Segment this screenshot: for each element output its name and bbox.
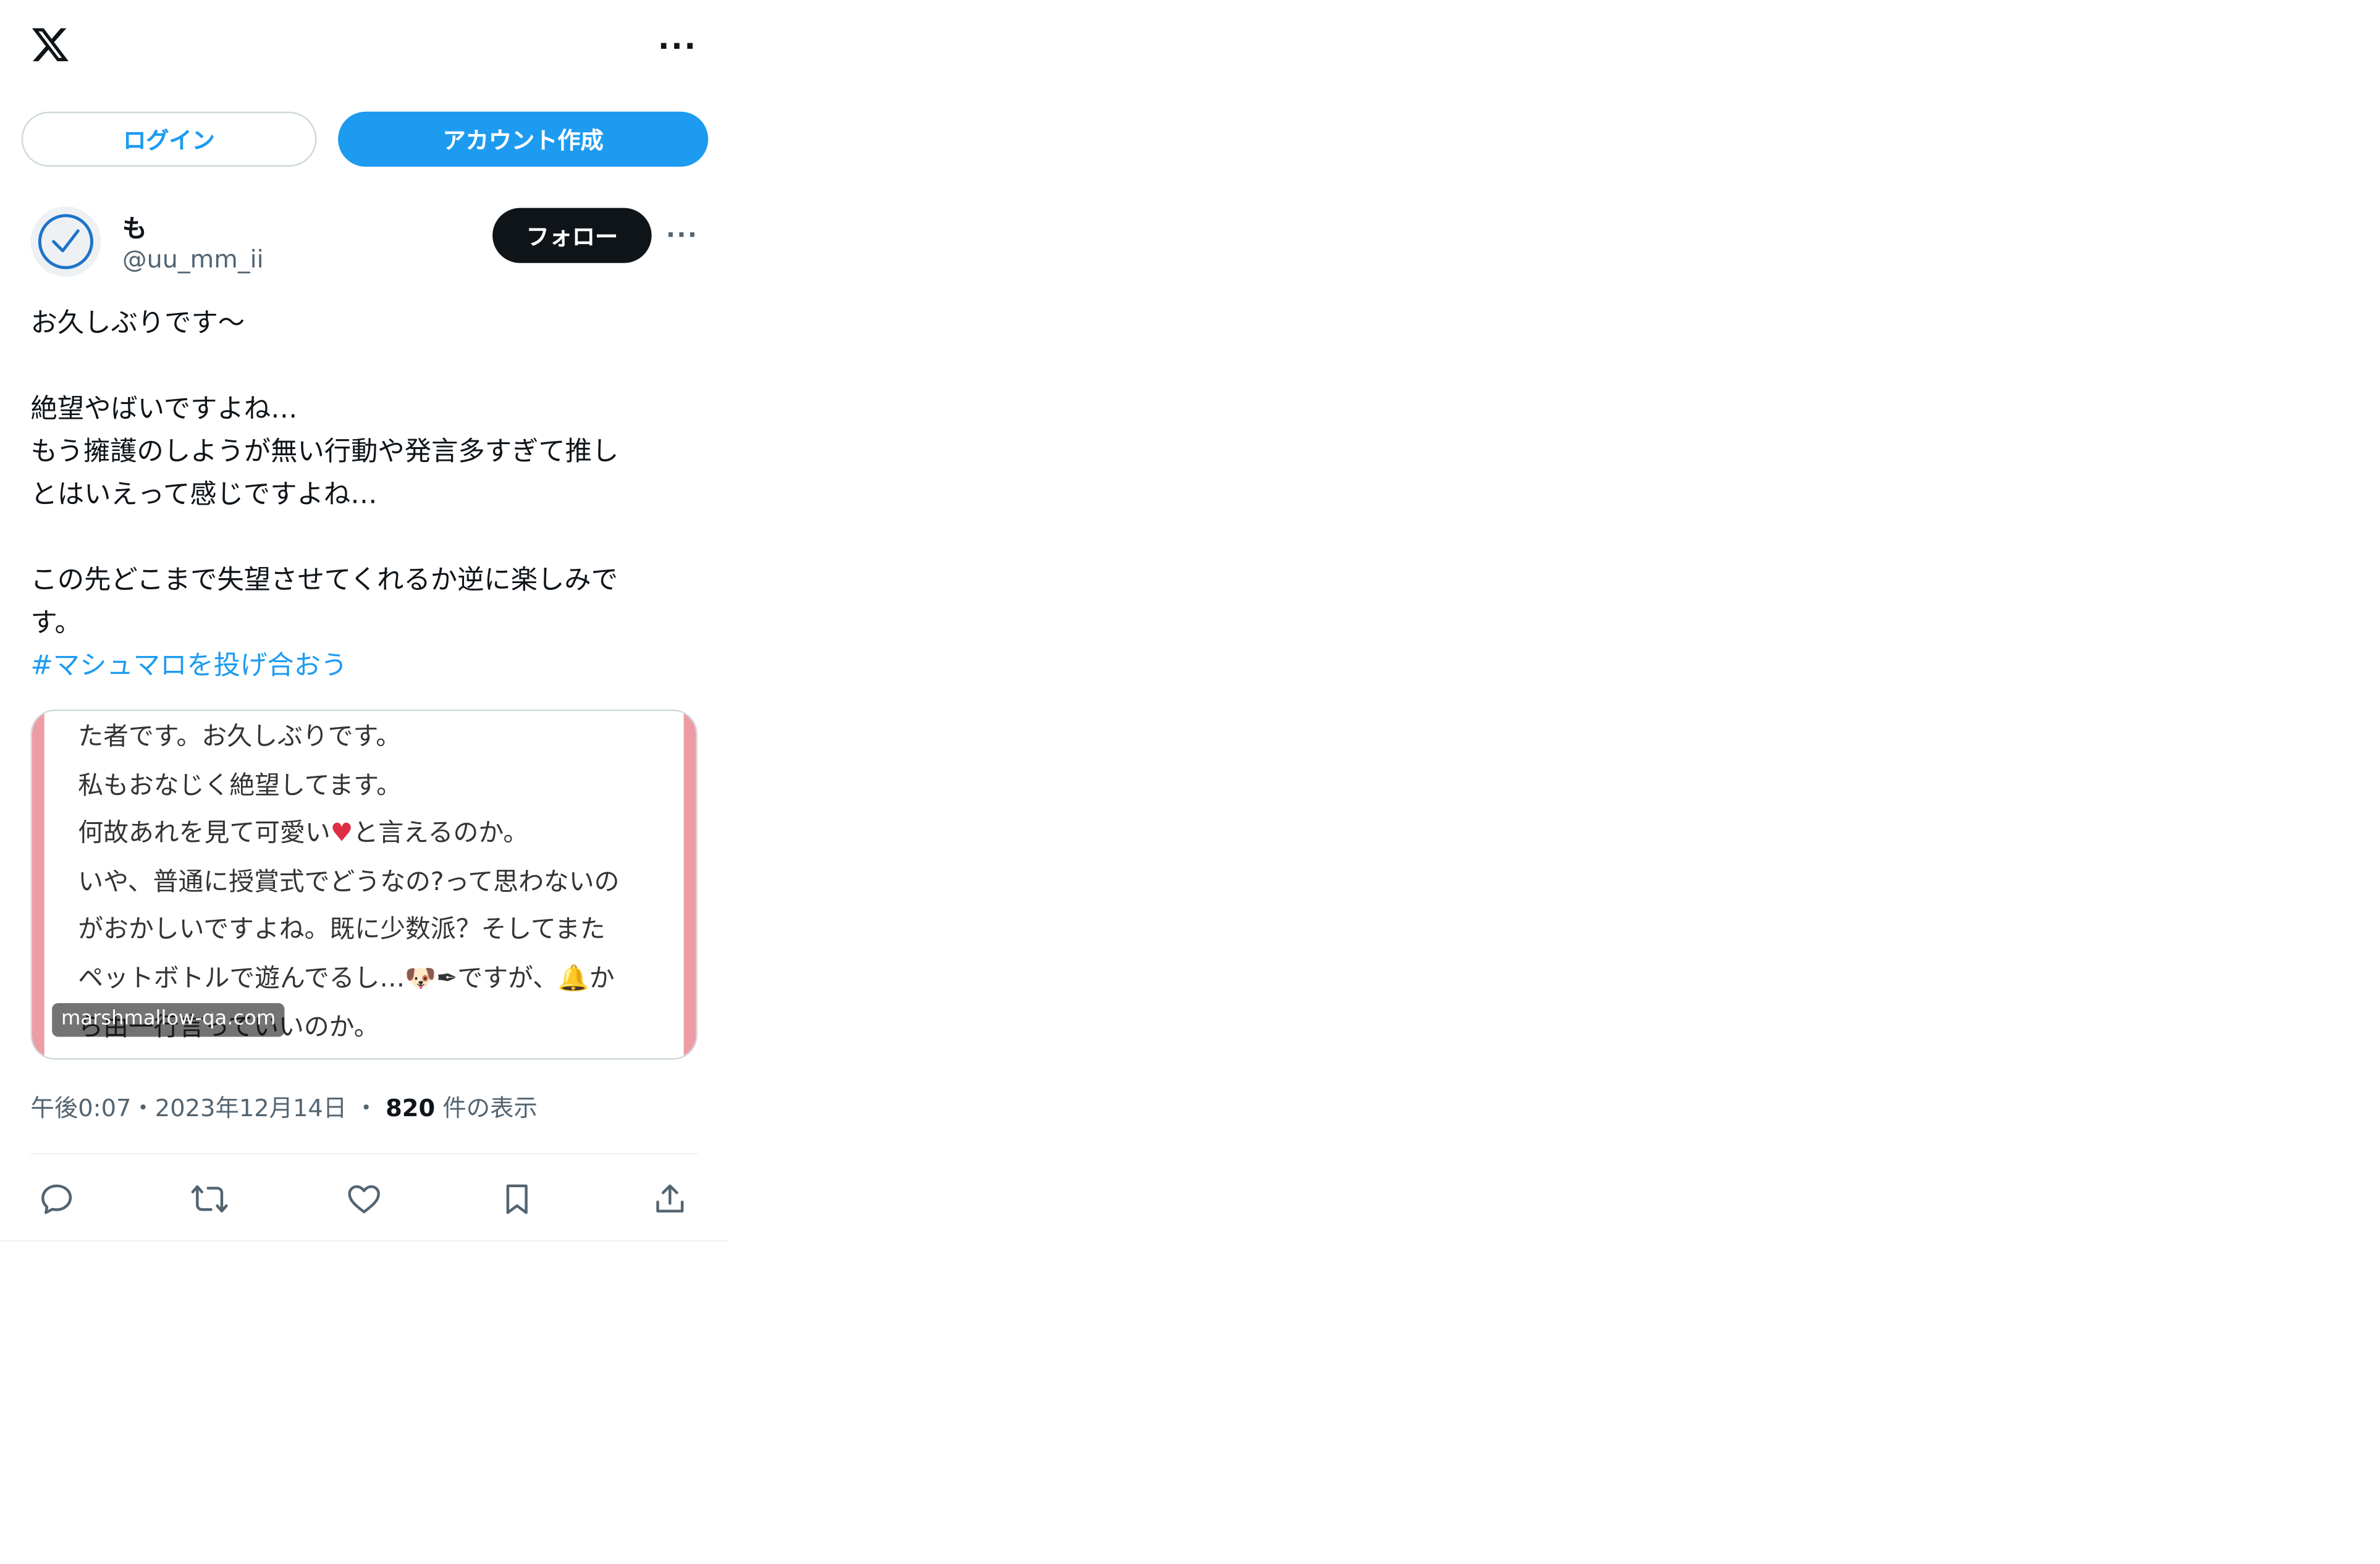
- author-name[interactable]: も: [122, 208, 147, 245]
- card-line: 何故あれを見て可愛い♥と言えるのか。: [78, 809, 659, 857]
- more-horizontal-icon[interactable]: ···: [652, 25, 704, 67]
- card-line-part: か: [589, 963, 615, 993]
- heart-icon[interactable]: [341, 1176, 387, 1222]
- tweet-more-icon[interactable]: ···: [660, 217, 703, 251]
- bookmark-icon[interactable]: [494, 1176, 540, 1222]
- card-line-part: と言えるのか。: [353, 818, 529, 847]
- tweet-text-line: この先どこまで失望させてくれるか逆に楽しみで: [30, 565, 618, 597]
- card-line-part: 何故あれを見て可愛い: [78, 818, 331, 847]
- timestamp[interactable]: 午後0:07・2023年12月14日: [31, 1095, 347, 1123]
- viewport: ··· ログイン アカウント作成 も @uu_mm_ii フォロー ··· お久…: [0, 0, 2380, 1564]
- follow-button[interactable]: フォロー: [492, 208, 652, 263]
- card-line: ペットボトルで遊んでるし…🐶✒ですが、🔔か: [78, 954, 659, 1003]
- login-button[interactable]: ログイン: [21, 111, 317, 167]
- tweet-text-line: 絶望やばいですよね…: [30, 394, 298, 426]
- x-logo-icon[interactable]: [31, 25, 70, 64]
- tweet-text-line: お久しぶりです〜: [30, 309, 245, 340]
- views-label: 件の表示: [442, 1095, 538, 1123]
- tweet-meta: 午後0:07・2023年12月14日 ・ 820 件の表示: [31, 1090, 538, 1124]
- bell-emoji-icon: 🔔: [557, 963, 589, 993]
- hashtag-link[interactable]: #マシュマロを投げ合おう: [31, 645, 704, 688]
- tweet-text-line: もう擁護のしようが無い行動や発言多すぎて推し: [30, 437, 619, 468]
- card-domain-label: marshmallow-qa.com: [52, 1003, 285, 1037]
- card-line: いや、普通に授賞式でどうなの?って思わないの: [78, 867, 620, 896]
- card-line: 私もおなじく絶望してます。: [78, 770, 402, 799]
- checkmark-circle-icon: [38, 214, 94, 269]
- top-bar: ···: [0, 0, 728, 95]
- tweet-text-line: とはいえって感じですよね…: [30, 480, 378, 511]
- card-accent-right: [683, 711, 696, 1059]
- page: ··· ログイン アカウント作成 も @uu_mm_ii フォロー ··· お久…: [0, 0, 2380, 1564]
- card-line-part: ですが、: [457, 963, 558, 993]
- author-handle[interactable]: @uu_mm_ii: [122, 245, 264, 274]
- retweet-icon[interactable]: [187, 1176, 232, 1222]
- avatar[interactable]: [30, 206, 101, 277]
- card-line: た者です。お久しぶりです。: [78, 721, 402, 751]
- link-card[interactable]: た者です。お久しぶりです。 私もおなじく絶望してます。 何故あれを見て可愛い♥と…: [30, 709, 698, 1060]
- reply-icon[interactable]: [33, 1176, 79, 1222]
- meta-separator: ・: [354, 1095, 378, 1123]
- card-image-text: た者です。お久しぶりです。 私もおなじく絶望してます。 何故あれを見て可愛い♥と…: [78, 713, 659, 1051]
- tweet-text-line: [31, 345, 704, 388]
- bottom-divider: [0, 1240, 728, 1242]
- card-line-part: ペットボトルで遊んでるし…: [78, 963, 405, 993]
- create-account-button[interactable]: アカウント作成: [338, 111, 709, 167]
- card-accent-left: [32, 711, 44, 1059]
- tweet-text-line: [31, 517, 704, 560]
- divider: [30, 1153, 698, 1155]
- red-heart-icon: ♥: [330, 818, 353, 847]
- tweet-text-line: す。: [30, 608, 82, 639]
- views-count: 820: [386, 1095, 436, 1123]
- pen-emoji-icon: ✒: [436, 963, 458, 993]
- tweet-text: お久しぶりです〜 絶望やばいですよね… もう擁護のしようが無い行動や発言多すぎて…: [31, 303, 704, 688]
- share-icon[interactable]: [647, 1176, 693, 1222]
- dog-emoji-icon: 🐶: [405, 963, 437, 993]
- action-bar: [0, 1170, 728, 1228]
- card-line: がおかしいですよね。既に少数派？そしてまた: [78, 915, 606, 944]
